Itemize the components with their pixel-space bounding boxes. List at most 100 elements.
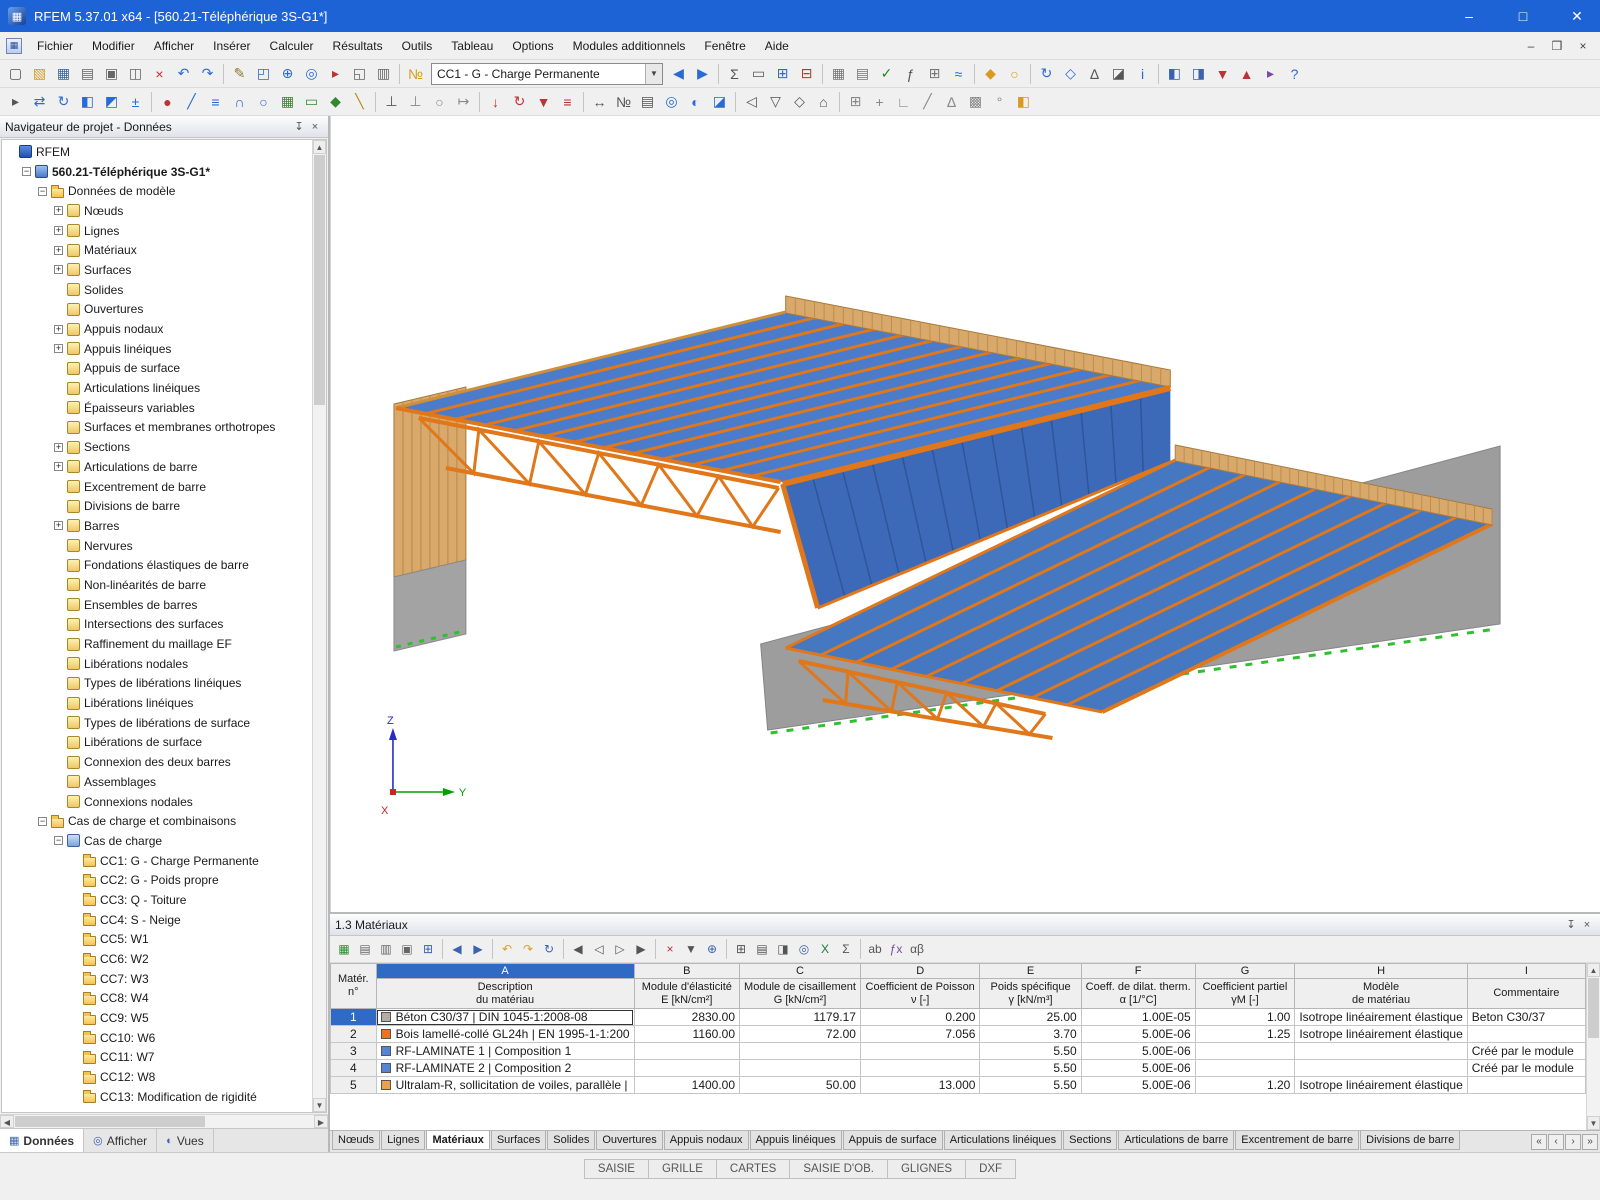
window-cascade-icon[interactable]: ◨ <box>1187 62 1210 85</box>
cell-G[interactable] <box>1195 1043 1295 1060</box>
tree-item-ensembles-de-barres[interactable]: Ensembles de barres <box>2 595 312 615</box>
comment-icon[interactable]: № <box>612 90 635 113</box>
expand-icon[interactable]: + <box>54 521 63 530</box>
sheet-tab-materiaux[interactable]: Matériaux <box>426 1131 489 1150</box>
menu-item-calculer[interactable]: Calculer <box>261 34 323 58</box>
cell-A[interactable]: Béton C30/37 | DIN 1045-1:2008-08 <box>376 1009 634 1026</box>
tree-item-assemblages[interactable]: Assemblages <box>2 772 312 792</box>
cell-H[interactable] <box>1295 1060 1467 1077</box>
superposition-icon[interactable]: Σ <box>723 62 746 85</box>
expand-icon[interactable]: + <box>54 265 63 274</box>
cell-H[interactable]: Isotrope linéairement élastique <box>1295 1077 1467 1094</box>
new-model-icon[interactable]: ▢ <box>4 62 27 85</box>
close-icon[interactable]: × <box>307 121 323 133</box>
expand-icon[interactable]: + <box>54 462 63 471</box>
cell-G[interactable]: 1.00 <box>1195 1009 1295 1026</box>
sheet-tab-divisions-de-barre[interactable]: Divisions de barre <box>1360 1131 1460 1150</box>
units-icon[interactable]: ° <box>988 90 1011 113</box>
go-next-icon[interactable]: ▷ <box>610 939 630 959</box>
tree-item-liberations-de-surface[interactable]: Libérations de surface <box>2 733 312 753</box>
cell-B[interactable]: 2830.00 <box>634 1009 740 1026</box>
menu-item-options[interactable]: Options <box>503 34 562 58</box>
excel-icon[interactable]: X <box>815 939 835 959</box>
filter-icon[interactable]: ▼ <box>681 939 701 959</box>
column-letter-G[interactable]: G <box>1195 964 1295 979</box>
tree-item-ouvertures[interactable]: Ouvertures <box>2 300 312 320</box>
sheet-tab-excentrement-de-barre[interactable]: Excentrement de barre <box>1235 1131 1359 1150</box>
tree-item-types-de-liberations-de-surface[interactable]: Types de libérations de surface <box>2 713 312 733</box>
cell-E[interactable]: 5.50 <box>980 1077 1081 1094</box>
row-number[interactable]: 5 <box>331 1077 377 1094</box>
tree-item-cc10-w6[interactable]: CC10: W6 <box>2 1028 312 1048</box>
new-surface-icon[interactable]: ▦ <box>276 90 299 113</box>
mesh-icon[interactable]: ⊞ <box>923 62 946 85</box>
new-polyline-icon[interactable]: ≡ <box>204 90 227 113</box>
cell-I[interactable]: Créé par le module <box>1467 1043 1585 1060</box>
cell-I[interactable]: Beton C30/37 <box>1467 1009 1585 1026</box>
cell-C[interactable]: 50.00 <box>740 1077 861 1094</box>
window-tile-icon[interactable]: ◧ <box>1163 62 1186 85</box>
cell-C[interactable]: 72.00 <box>740 1026 861 1043</box>
cell-G[interactable] <box>1195 1060 1295 1077</box>
zoom-in-icon[interactable]: ⊕ <box>276 62 299 85</box>
table-grid-icon[interactable]: ⊞ <box>731 939 751 959</box>
pin-icon[interactable]: ↧ <box>291 120 307 133</box>
tree-item-cc5-w1[interactable]: CC5: W1 <box>2 930 312 950</box>
layers-icon[interactable]: ▤ <box>636 90 659 113</box>
cell-C[interactable] <box>740 1060 861 1077</box>
cell-A[interactable]: RF-LAMINATE 1 | Composition 1 <box>376 1043 634 1060</box>
table-print-icon[interactable]: ▤ <box>752 939 772 959</box>
close-icon[interactable]: × <box>1579 919 1595 931</box>
column-letter-A[interactable]: A <box>376 964 634 979</box>
moment-load-icon[interactable]: ↻ <box>508 90 531 113</box>
new-arc-icon[interactable]: ∩ <box>228 90 251 113</box>
column-letter-C[interactable]: C <box>740 964 861 979</box>
tree-item-surfaces[interactable]: +Surfaces <box>2 260 312 280</box>
delete-icon[interactable]: × <box>148 62 171 85</box>
menu-item-modifier[interactable]: Modifier <box>83 34 144 58</box>
close-button[interactable]: ✕ <box>1554 0 1600 32</box>
cell-C[interactable] <box>740 1043 861 1060</box>
sheet-tab-n-uds[interactable]: Nœuds <box>332 1131 380 1150</box>
refresh-icon[interactable]: ↻ <box>539 939 559 959</box>
table-row[interactable]: 1Béton C30/37 | DIN 1045-1:2008-082830.0… <box>331 1009 1586 1026</box>
row-insert-icon[interactable]: ⊞ <box>418 939 438 959</box>
rotate-icon[interactable]: ↻ <box>52 90 75 113</box>
expand-icon[interactable]: + <box>54 443 63 452</box>
tree-item-fondations-elastiques-de-barre[interactable]: Fondations élastiques de barre <box>2 555 312 575</box>
collapse-icon[interactable]: − <box>54 836 63 845</box>
scroll-right-icon[interactable]: ▶ <box>314 1115 328 1128</box>
undo-icon[interactable]: ↶ <box>172 62 195 85</box>
grid-table-icon[interactable]: ▦ <box>827 62 850 85</box>
axes-icon[interactable]: ∆ <box>1083 62 1106 85</box>
add-selection-icon[interactable]: ⊞ <box>771 62 794 85</box>
search-icon[interactable]: ◎ <box>300 62 323 85</box>
tree-item-sections[interactable]: +Sections <box>2 437 312 457</box>
tree-item-n-uds[interactable]: +Nœuds <box>2 201 312 221</box>
cell-F[interactable]: 1.00E-05 <box>1081 1009 1195 1026</box>
tree-item-appuis-nodaux[interactable]: +Appuis nodaux <box>2 319 312 339</box>
snap-icon[interactable]: + <box>868 90 891 113</box>
row-number[interactable]: 2 <box>331 1026 377 1043</box>
cell-H[interactable] <box>1295 1043 1467 1060</box>
print-icon[interactable]: ▤ <box>76 62 99 85</box>
tree-item-surfaces-et-membranes-orthotropes[interactable]: Surfaces et membranes orthotropes <box>2 418 312 438</box>
tree-item-cas-de-charge[interactable]: −Cas de charge <box>2 831 312 851</box>
numbering-icon[interactable]: № <box>404 62 427 85</box>
menu-item-fichier[interactable]: Fichier <box>28 34 82 58</box>
table-row[interactable]: 5Ultralam-R, sollicitation de voiles, pa… <box>331 1077 1586 1094</box>
redo-icon[interactable]: ↷ <box>196 62 219 85</box>
tree-item-cc4-s-neige[interactable]: CC4: S - Neige <box>2 910 312 930</box>
column-letter-D[interactable]: D <box>860 964 980 979</box>
tree-item-divisions-de-barre[interactable]: Divisions de barre <box>2 496 312 516</box>
menu-item-tableau[interactable]: Tableau <box>442 34 502 58</box>
edit-icon[interactable]: ✎ <box>228 62 251 85</box>
minimize-button[interactable]: – <box>1446 0 1492 32</box>
scale-icon[interactable]: ± <box>124 90 147 113</box>
cell-A[interactable]: Ultralam-R, sollicitation de voiles, par… <box>376 1077 634 1094</box>
navigator-tab-vues[interactable]: ◐Vues <box>157 1129 214 1152</box>
undo-icon[interactable]: ↶ <box>497 939 517 959</box>
tree-item-nervures[interactable]: Nervures <box>2 536 312 556</box>
tree-item-cc7-w3[interactable]: CC7: W3 <box>2 969 312 989</box>
viewport-canvas[interactable]: ZYX <box>331 116 1600 912</box>
